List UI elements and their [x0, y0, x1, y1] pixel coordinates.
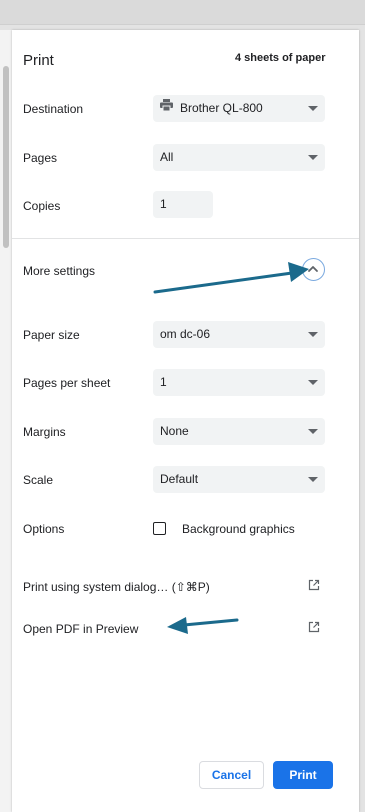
annotation-arrows: [153, 262, 309, 634]
annotation-arrow-icon: [153, 262, 309, 294]
annotation-arrow-icon: [167, 617, 239, 634]
